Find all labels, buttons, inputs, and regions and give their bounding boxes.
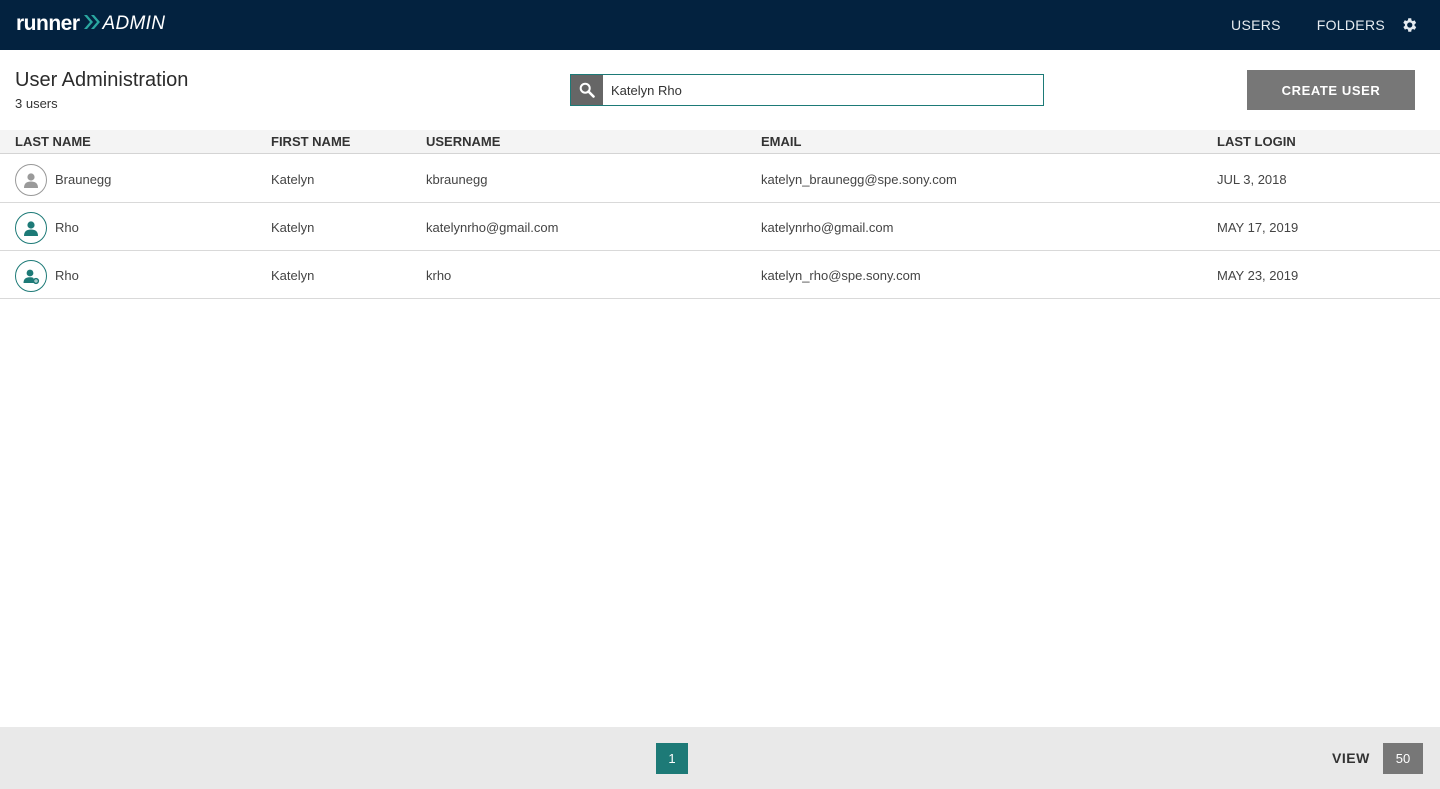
column-first-name[interactable]: FIRST NAME [271,134,350,149]
table-row[interactable]: Rho Katelyn katelynrho@gmail.com katelyn… [0,203,1440,251]
page-size-button[interactable]: 50 [1383,743,1423,774]
column-last-name[interactable]: LAST NAME [15,134,91,149]
view-label: VIEW [1332,750,1370,766]
cell-email: katelyn_braunegg@spe.sony.com [761,172,957,187]
cell-first-name: Katelyn [271,268,315,283]
search-box [570,74,1044,106]
top-nav: USERS FOLDERS [1195,0,1418,50]
table-row[interactable]: Rho Katelyn krho katelyn_rho@spe.sony.co… [0,251,1440,299]
cell-last-login: MAY 17, 2019 [1217,220,1299,235]
table-header: LAST NAME FIRST NAME USERNAME EMAIL LAST… [0,130,1440,154]
cell-username: krho [426,268,452,283]
cell-email: katelynrho@gmail.com [761,220,894,235]
logo-primary: runner [16,12,80,35]
pagination-bar: 1 VIEW 50 [0,727,1440,789]
chevron-right-icon [83,14,101,34]
page-title: User Administration [15,69,189,91]
app-logo[interactable]: runner ADMIN [16,12,165,36]
cell-email: katelyn_rho@spe.sony.com [761,268,921,283]
cell-username: kbraunegg [426,172,488,187]
gear-icon[interactable] [1400,16,1418,34]
user-inactive-icon [15,164,47,196]
cell-last-login: MAY 23, 2019 [1217,268,1299,283]
cell-first-name: Katelyn [271,172,315,187]
search-input[interactable] [603,75,1043,105]
cell-username: katelynrho@gmail.com [426,220,559,235]
user-icon [15,212,47,244]
user-count: 3 users [15,96,58,111]
cell-last-name: Rho [55,220,79,235]
nav-folders[interactable]: FOLDERS [1317,17,1385,33]
logo-secondary: ADMIN [102,13,166,34]
cell-last-login: JUL 3, 2018 [1217,172,1287,187]
top-bar: runner ADMIN USERS FOLDERS [0,0,1440,50]
cell-first-name: Katelyn [271,220,315,235]
search-icon[interactable] [571,75,603,105]
table-row[interactable]: Braunegg Katelyn kbraunegg katelyn_braun… [0,155,1440,203]
create-user-button[interactable]: CREATE USER [1247,70,1415,110]
user-admin-icon [15,260,47,292]
cell-last-name: Braunegg [55,172,112,187]
page-button-1[interactable]: 1 [656,743,688,774]
nav-users[interactable]: USERS [1231,17,1281,33]
column-username[interactable]: USERNAME [426,134,500,149]
column-email[interactable]: EMAIL [761,134,801,149]
cell-last-name: Rho [55,268,79,283]
column-last-login[interactable]: LAST LOGIN [1217,134,1296,149]
